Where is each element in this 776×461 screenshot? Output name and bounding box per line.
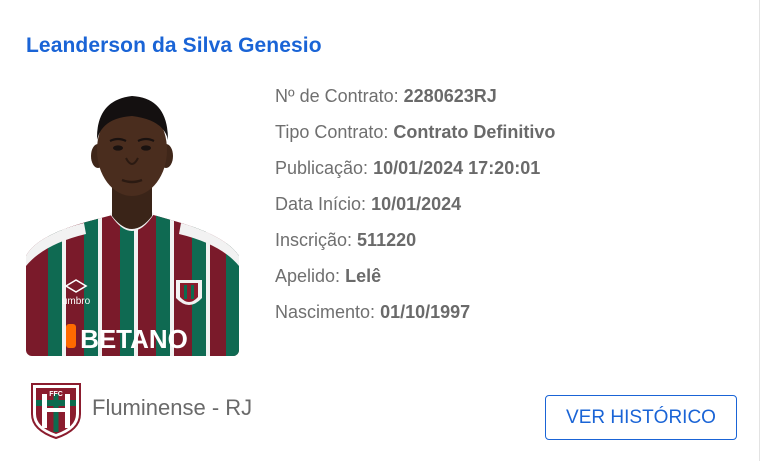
info-value: Contrato Definitivo: [393, 122, 556, 142]
fluminense-crest-icon: FFC: [28, 380, 84, 440]
svg-text:umbro: umbro: [62, 296, 91, 307]
info-label: Tipo Contrato:: [275, 122, 389, 142]
info-row-registration: Inscrição: 511220: [275, 228, 555, 264]
info-label: Nº de Contrato:: [275, 86, 399, 106]
info-value: 10/01/2024 17:20:01: [373, 158, 541, 178]
info-label: Publicação:: [275, 158, 369, 178]
club-info: FFC Fluminense - RJ: [28, 380, 252, 440]
info-row-start-date: Data Início: 10/01/2024: [275, 192, 555, 228]
club-name: Fluminense - RJ: [92, 395, 253, 420]
player-photo: BETANO umbro: [26, 86, 239, 356]
player-name: Leanderson da Silva Genesio: [26, 34, 322, 57]
contract-card: Leanderson da Silva Genesio BETANO umbro…: [0, 0, 760, 461]
info-row-contract-type: Tipo Contrato: Contrato Definitivo: [275, 120, 555, 156]
info-value: 10/01/2024: [371, 194, 462, 214]
info-row-publication: Publicação: 10/01/2024 17:20:01: [275, 156, 555, 192]
svg-text:BETANO: BETANO: [80, 324, 188, 354]
svg-text:FFC: FFC: [49, 391, 63, 398]
info-row-birth-date: Nascimento: 01/10/1997: [275, 300, 555, 336]
info-row-nickname: Apelido: Lelê: [275, 264, 555, 300]
info-label: Data Início:: [275, 194, 367, 214]
info-label: Inscrição:: [275, 230, 353, 250]
info-value: 2280623RJ: [403, 86, 497, 106]
view-history-button[interactable]: VER HISTÓRICO: [545, 395, 737, 440]
info-row-contract-number: Nº de Contrato: 2280623RJ: [275, 84, 555, 120]
info-value: Lelê: [345, 266, 382, 286]
info-label: Nascimento:: [275, 302, 376, 322]
info-value: 01/10/1997: [380, 302, 471, 322]
info-label: Apelido:: [275, 266, 341, 286]
info-value: 511220: [357, 230, 417, 250]
contract-info-list: Nº de Contrato: 2280623RJ Tipo Contrato:…: [275, 84, 555, 336]
